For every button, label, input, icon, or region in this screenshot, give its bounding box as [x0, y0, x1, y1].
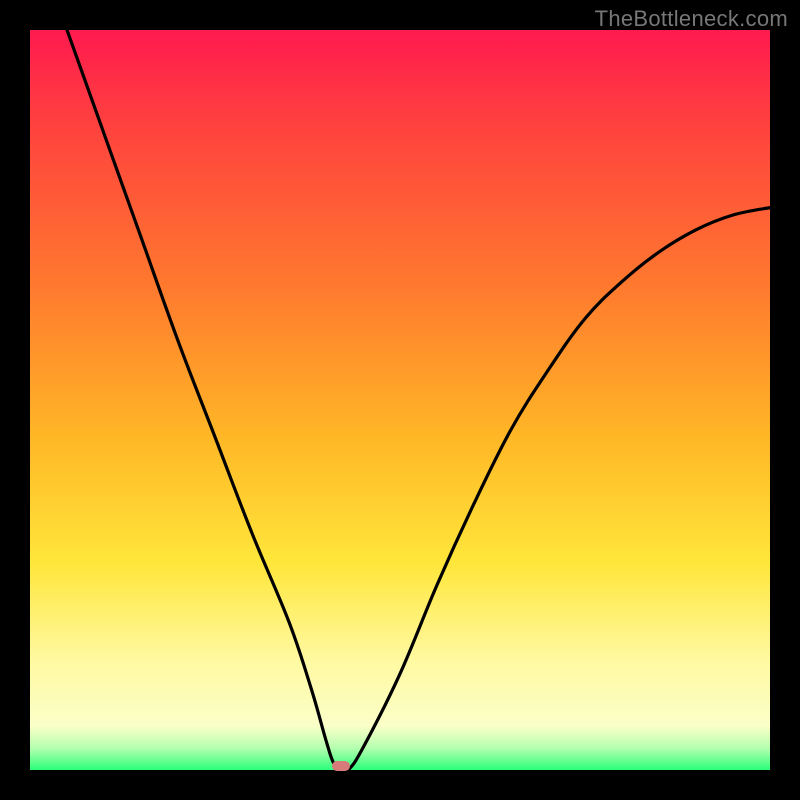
bottleneck-curve-path — [67, 30, 770, 770]
chart-frame: TheBottleneck.com — [0, 0, 800, 800]
plot-area — [30, 30, 770, 770]
curve-svg — [30, 30, 770, 770]
watermark-text: TheBottleneck.com — [595, 6, 788, 32]
min-marker — [332, 761, 350, 771]
